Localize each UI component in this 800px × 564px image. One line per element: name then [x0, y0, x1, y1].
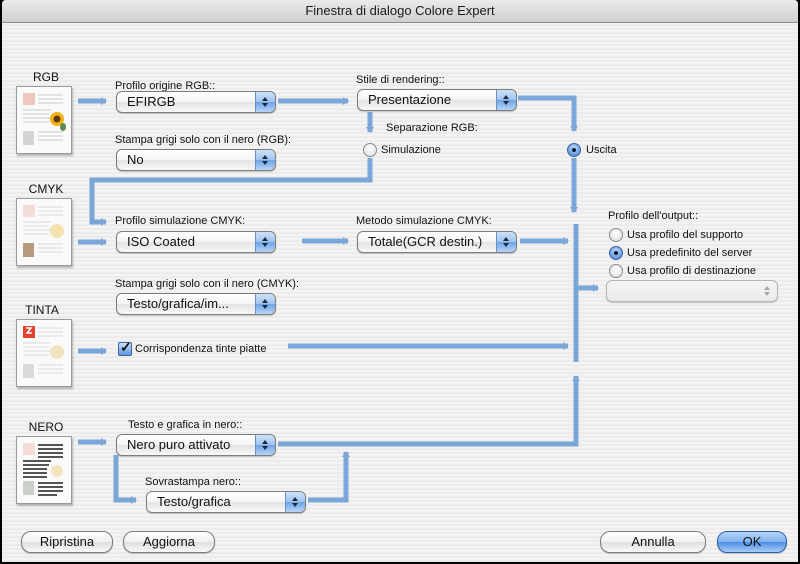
cmyk-gray-value: Testo/grafica/im... — [127, 296, 229, 311]
cmyk-document-icon — [16, 198, 72, 266]
rgb-gray-label: Stampa grigi solo con il nero (RGB): — [115, 134, 292, 146]
popup-arrows-icon — [255, 232, 275, 252]
nero-source-label: NERO — [28, 420, 64, 434]
cancel-button[interactable]: Annulla — [600, 531, 706, 553]
output-profile-label: Profilo dell'output:: — [608, 210, 699, 222]
output-option-media-label: Usa profilo del supporto — [627, 229, 744, 241]
popup-arrows-icon — [255, 150, 275, 170]
black-overprint-popup[interactable]: Testo/grafica — [146, 491, 306, 513]
uscita-radio[interactable] — [567, 143, 581, 157]
tinta-source-label: TINTA — [25, 303, 59, 317]
popup-arrows-icon — [255, 92, 275, 112]
update-button[interactable]: Aggiorna — [123, 531, 215, 553]
cmyk-gray-popup[interactable]: Testo/grafica/im... — [116, 293, 276, 315]
uscita-label: Uscita — [586, 144, 617, 156]
black-overprint-label: Sovrastampa nero:: — [145, 476, 241, 488]
rgb-gray-value: No — [127, 152, 144, 167]
black-overprint-value: Testo/grafica — [157, 494, 231, 509]
rendering-style-popup[interactable]: Presentazione — [357, 89, 517, 111]
rgb-separation-label: Separazione RGB: — [386, 122, 478, 134]
rgb-gray-popup[interactable]: No — [116, 149, 276, 171]
text-graphics-black-value: Nero puro attivato — [127, 437, 231, 452]
black-document-icon — [16, 436, 72, 504]
output-option-media-radio[interactable] — [609, 228, 623, 242]
popup-arrows-icon — [496, 232, 516, 252]
rgb-document-icon — [16, 86, 72, 154]
simulazione-label: Simulazione — [381, 144, 441, 156]
cmyk-method-value: Totale(GCR destin.) — [368, 234, 483, 249]
connector-to-overprint — [113, 455, 137, 504]
connector-nero-merge — [278, 375, 580, 447]
cmyk-method-popup[interactable]: Totale(GCR destin.) — [357, 231, 517, 253]
spot-color-document-icon — [16, 319, 72, 387]
popup-arrows-icon — [285, 492, 305, 512]
connector-overprint-up — [308, 451, 350, 503]
spot-color-matching-label: Corrispondenza tinte piatte — [135, 343, 267, 355]
rendering-style-label: Stile di rendering:: — [356, 74, 445, 86]
output-option-destination-label: Usa profilo di destinazione — [627, 265, 757, 277]
output-option-server-radio[interactable] — [609, 246, 623, 260]
cmyk-method-label: Metodo simulazione CMYK: — [356, 215, 492, 227]
popup-arrows-icon — [255, 294, 275, 314]
spot-color-matching-checkbox[interactable]: ✓ — [118, 339, 132, 356]
color-expert-dialog: Finestra di dialogo Colore Expert RGB Pr… — [2, 0, 798, 562]
checkmark-icon: ✓ — [120, 339, 132, 355]
rendering-style-value: Presentazione — [368, 92, 452, 107]
output-option-destination-radio[interactable] — [609, 264, 623, 278]
rgb-profile-value: EFIRGB — [127, 94, 176, 109]
cmyk-profile-value: ISO Coated — [127, 234, 195, 249]
ok-button[interactable]: OK — [717, 531, 787, 553]
rgb-source-label: RGB — [32, 70, 59, 84]
cmyk-gray-label: Stampa grigi solo con il nero (CMYK): — [115, 278, 300, 290]
destination-profile-popup[interactable] — [606, 280, 778, 302]
text-graphics-black-popup[interactable]: Nero puro attivato — [116, 434, 276, 456]
output-option-server-label: Usa predefinito del server — [627, 247, 753, 259]
popup-arrows-icon — [255, 435, 275, 455]
rgb-profile-popup[interactable]: EFIRGB — [116, 91, 276, 113]
connector-to-uscita — [518, 95, 578, 132]
text-graphics-black-label: Testo e grafica in nero:: — [128, 419, 243, 431]
popup-arrows-icon — [496, 90, 516, 110]
cmyk-profile-popup[interactable]: ISO Coated — [116, 231, 276, 253]
popup-arrows-icon — [758, 281, 777, 301]
cmyk-source-label: CMYK — [28, 182, 64, 196]
cmyk-profile-label: Profilo simulazione CMYK: — [115, 215, 246, 227]
simulazione-radio[interactable] — [363, 143, 377, 157]
reset-button[interactable]: Ripristina — [21, 531, 113, 553]
